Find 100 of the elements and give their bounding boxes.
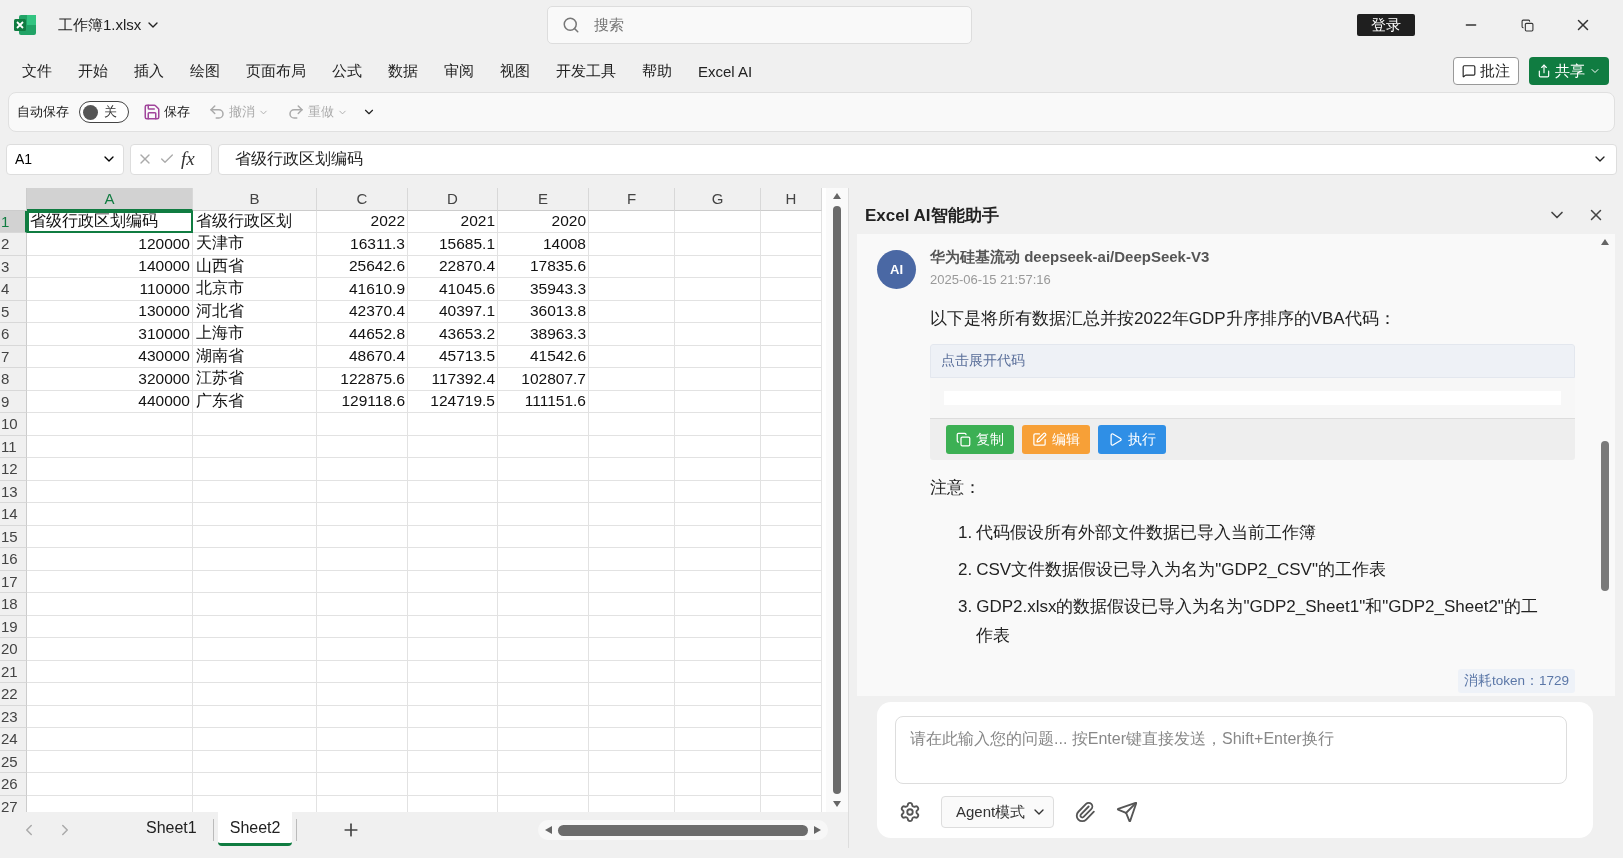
table-cell[interactable] [193, 615, 317, 638]
table-cell[interactable] [589, 615, 675, 638]
table-cell[interactable] [589, 323, 675, 346]
table-cell[interactable] [498, 480, 589, 503]
row-header[interactable]: 22 [0, 683, 27, 706]
table-cell[interactable] [761, 773, 822, 796]
table-cell[interactable] [761, 480, 822, 503]
table-cell[interactable] [675, 525, 761, 548]
table-cell[interactable] [498, 773, 589, 796]
table-cell[interactable] [761, 548, 822, 571]
table-cell[interactable] [317, 638, 408, 661]
table-cell[interactable] [193, 480, 317, 503]
table-cell[interactable] [193, 435, 317, 458]
table-cell[interactable] [761, 368, 822, 391]
table-cell[interactable] [761, 615, 822, 638]
table-cell[interactable] [317, 683, 408, 706]
table-cell[interactable] [498, 660, 589, 683]
table-cell[interactable]: 41610.9 [317, 278, 408, 301]
table-cell[interactable] [408, 548, 498, 571]
row-header[interactable]: 2 [0, 233, 27, 256]
table-cell[interactable] [193, 525, 317, 548]
table-cell[interactable] [675, 638, 761, 661]
table-cell[interactable] [498, 458, 589, 481]
table-cell[interactable] [317, 593, 408, 616]
column-header[interactable]: E [498, 188, 589, 211]
row-header[interactable]: 19 [0, 615, 27, 638]
column-header[interactable]: F [589, 188, 675, 211]
table-cell[interactable] [408, 705, 498, 728]
table-cell[interactable] [761, 705, 822, 728]
menu-item[interactable]: 帮助 [634, 57, 680, 85]
table-cell[interactable]: 山西省 [193, 255, 317, 278]
table-cell[interactable] [408, 728, 498, 751]
table-cell[interactable] [498, 570, 589, 593]
table-cell[interactable] [675, 570, 761, 593]
table-cell[interactable]: 河北省 [193, 300, 317, 323]
table-cell[interactable] [27, 548, 193, 571]
table-cell[interactable] [27, 593, 193, 616]
table-cell[interactable] [761, 210, 822, 233]
function-label[interactable]: fx [181, 148, 195, 170]
send-icon[interactable] [1116, 801, 1139, 823]
table-cell[interactable] [675, 548, 761, 571]
table-cell[interactable] [193, 705, 317, 728]
table-cell[interactable]: 44652.8 [317, 323, 408, 346]
column-header[interactable]: B [193, 188, 317, 211]
table-cell[interactable] [761, 255, 822, 278]
table-cell[interactable] [27, 458, 193, 481]
scroll-thumb[interactable] [833, 206, 841, 794]
table-cell[interactable] [589, 503, 675, 526]
table-cell[interactable] [498, 638, 589, 661]
table-cell[interactable] [408, 435, 498, 458]
table-cell[interactable] [498, 683, 589, 706]
table-cell[interactable] [317, 570, 408, 593]
table-cell[interactable] [675, 435, 761, 458]
table-cell[interactable]: 43653.2 [408, 323, 498, 346]
table-cell[interactable] [193, 593, 317, 616]
table-cell[interactable] [27, 615, 193, 638]
table-cell[interactable] [761, 345, 822, 368]
menu-item[interactable]: 公式 [324, 57, 370, 85]
restore-icon[interactable] [1520, 18, 1534, 32]
column-header[interactable]: C [317, 188, 408, 211]
table-cell[interactable] [193, 683, 317, 706]
scroll-up-icon[interactable] [832, 192, 842, 200]
table-cell[interactable] [761, 593, 822, 616]
table-cell[interactable] [317, 750, 408, 773]
table-cell[interactable]: 17835.6 [498, 255, 589, 278]
column-header[interactable]: H [761, 188, 822, 211]
table-cell[interactable]: 省级行政区划编码 [27, 210, 193, 233]
table-cell[interactable] [27, 705, 193, 728]
select-all-button[interactable] [0, 188, 27, 211]
column-header[interactable]: G [675, 188, 761, 211]
formula-field[interactable]: 省级行政区划编码 [218, 143, 1617, 175]
table-cell[interactable] [498, 525, 589, 548]
table-cell[interactable] [317, 728, 408, 751]
file-name-menu[interactable]: 工作簿1.xlsx [58, 15, 162, 35]
table-cell[interactable] [761, 660, 822, 683]
scroll-left-icon[interactable] [544, 826, 554, 834]
table-cell[interactable] [589, 660, 675, 683]
row-header[interactable]: 21 [0, 660, 27, 683]
table-cell[interactable] [27, 413, 193, 436]
menu-item[interactable]: 开始 [70, 57, 116, 85]
table-cell[interactable] [675, 593, 761, 616]
table-cell[interactable] [761, 750, 822, 773]
table-cell[interactable] [589, 593, 675, 616]
row-header[interactable]: 4 [0, 278, 27, 301]
row-header[interactable]: 11 [0, 435, 27, 458]
table-cell[interactable]: 130000 [27, 300, 193, 323]
table-cell[interactable] [408, 480, 498, 503]
table-cell[interactable]: 14008 [498, 233, 589, 256]
table-cell[interactable] [498, 615, 589, 638]
table-cell[interactable] [761, 323, 822, 346]
table-cell[interactable]: 35943.3 [498, 278, 589, 301]
save-button[interactable]: 保存 [139, 103, 194, 121]
row-header[interactable]: 7 [0, 345, 27, 368]
table-cell[interactable] [675, 458, 761, 481]
table-cell[interactable] [589, 638, 675, 661]
table-cell[interactable]: 122875.6 [317, 368, 408, 391]
table-cell[interactable] [589, 683, 675, 706]
table-cell[interactable]: 124719.5 [408, 390, 498, 413]
table-cell[interactable]: 41542.6 [498, 345, 589, 368]
table-cell[interactable]: 320000 [27, 368, 193, 391]
